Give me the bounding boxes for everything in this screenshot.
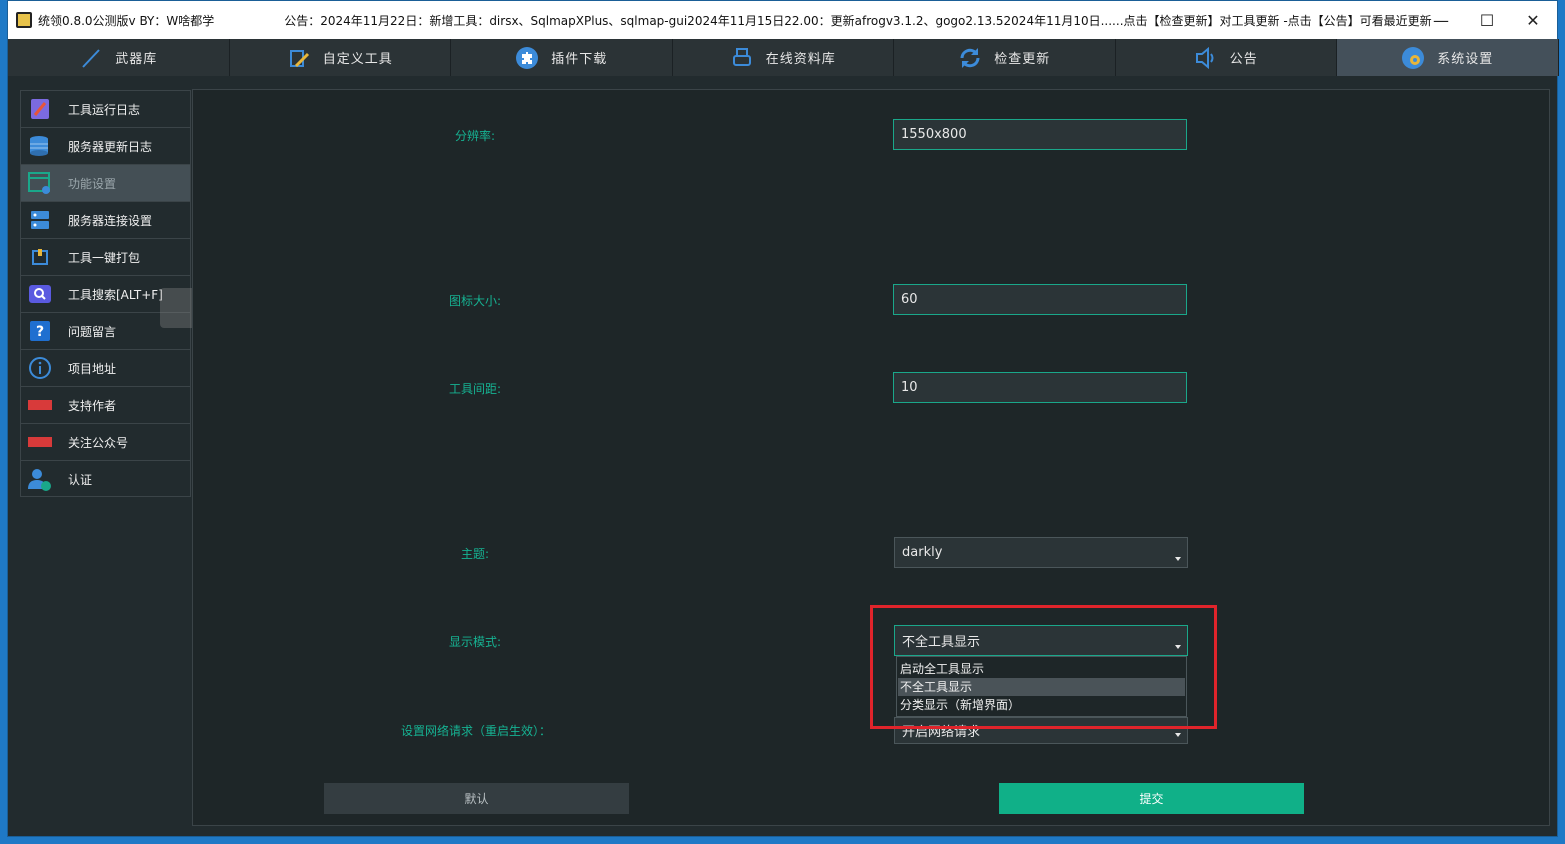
- sidebar-item-label: 功能设置: [68, 176, 117, 191]
- sidebar-item-label: 问题留言: [68, 324, 117, 339]
- sidebar-item-label: 服务器连接设置: [68, 213, 153, 228]
- database-icon: [27, 133, 53, 159]
- question-icon: ?: [27, 318, 53, 344]
- tool-spacing-label: 工具间距:: [449, 382, 502, 396]
- notebook-icon: [27, 96, 53, 122]
- title-bar: 统领0.8.0公测版v BY：W啥都学 公告：2024年11月22日：新增工具：…: [8, 1, 1557, 39]
- sidebar-item-label: 关注公众号: [68, 435, 129, 450]
- server-icon: [27, 207, 53, 233]
- tab-custom-tools[interactable]: 自定义工具: [230, 39, 451, 76]
- minimize-button[interactable]: —: [1418, 1, 1464, 39]
- maximize-button[interactable]: ☐: [1464, 1, 1510, 39]
- tab-plugin-download[interactable]: 插件下载: [451, 39, 673, 76]
- window-title: 统领0.8.0公测版v BY：W啥都学: [38, 13, 215, 28]
- close-button[interactable]: ✕: [1510, 1, 1556, 39]
- puzzle-icon: [515, 46, 539, 70]
- settings-globe-icon: [1401, 46, 1425, 70]
- refresh-icon: [958, 46, 982, 70]
- sidebar-item-support-author[interactable]: 支持作者: [21, 387, 190, 424]
- tab-label: 系统设置: [1437, 52, 1494, 67]
- sidebar-item-label: 项目地址: [68, 361, 117, 376]
- tag-red-icon: [27, 429, 53, 455]
- sidebar-item-label: 工具一键打包: [68, 250, 141, 265]
- sidebar-item-follow-account[interactable]: 关注公众号: [21, 424, 190, 461]
- resolution-label: 分辨率:: [455, 129, 496, 143]
- tab-label: 武器库: [115, 52, 158, 67]
- settings-panel: 分辨率: 1550x800 图标大小: 60 工具间距: 10 主题: dark…: [192, 89, 1550, 826]
- icon-size-label: 图标大小:: [449, 294, 502, 308]
- sidebar-item-label: 工具搜索[ALT+F]: [68, 287, 163, 302]
- pen-line-icon: [79, 46, 103, 70]
- icon-size-input[interactable]: 60: [893, 284, 1187, 315]
- sidebar-item-server-update-log[interactable]: 服务器更新日志: [21, 128, 190, 165]
- theme-label: 主题:: [461, 547, 490, 561]
- network-label: 设置网络请求（重启生效）：: [401, 724, 552, 738]
- user-check-icon: [27, 467, 53, 493]
- tab-system-settings[interactable]: 系统设置: [1337, 39, 1559, 76]
- sidebar-item-authentication[interactable]: 认证: [21, 461, 190, 498]
- theme-select[interactable]: darkly: [894, 537, 1188, 568]
- tool-spacing-input[interactable]: 10: [893, 372, 1187, 403]
- theme-select-value: darkly: [902, 545, 943, 560]
- tab-label: 在线资料库: [765, 52, 836, 67]
- main-tab-bar: 武器库 自定义工具 插件下载 在线资料库 检查更新 公告 系统设置: [8, 39, 1559, 76]
- tab-label: 插件下载: [551, 52, 608, 67]
- sidebar-item-label: 支持作者: [68, 398, 117, 413]
- sidebar-item-one-click-package[interactable]: 工具一键打包: [21, 239, 190, 276]
- app-logo-icon: [16, 12, 32, 28]
- chevron-down-icon: [1175, 557, 1181, 561]
- info-icon: [27, 355, 53, 381]
- window-gear-icon: [27, 170, 53, 196]
- tab-label: 自定义工具: [322, 52, 393, 67]
- sidebar-item-project-address[interactable]: 项目地址: [21, 350, 190, 387]
- sidebar-item-feature-settings[interactable]: 功能设置: [21, 165, 190, 202]
- tag-red-icon: [27, 392, 53, 418]
- tab-arsenal[interactable]: 武器库: [8, 39, 230, 76]
- app-window: 统领0.8.0公测版v BY：W啥都学 公告：2024年11月22日：新增工具：…: [7, 0, 1559, 837]
- sidebar-item-label: 工具运行日志: [68, 102, 141, 117]
- tab-check-update[interactable]: 检查更新: [894, 39, 1116, 76]
- submit-button[interactable]: 提交: [999, 783, 1304, 814]
- tab-label: 公告: [1229, 52, 1258, 67]
- sidebar-item-label: 认证: [68, 473, 93, 487]
- display-mode-label: 显示模式:: [449, 635, 502, 649]
- chevron-down-icon: [1175, 733, 1181, 737]
- tab-announcement[interactable]: 公告: [1116, 39, 1337, 76]
- tab-online-library[interactable]: 在线资料库: [673, 39, 894, 76]
- svg-text:?: ?: [36, 324, 44, 340]
- notice-marquee: 公告：2024年11月22日：新增工具：dirsx、SqlmapXPlus、sq…: [284, 13, 1432, 28]
- printer-icon: [730, 46, 754, 70]
- sidebar-item-label: 服务器更新日志: [68, 139, 153, 154]
- sidebar-item-run-log[interactable]: 工具运行日志: [21, 91, 190, 128]
- resolution-input[interactable]: 1550x800: [893, 119, 1187, 150]
- edit-doc-icon: [287, 46, 311, 70]
- default-button[interactable]: 默认: [324, 783, 629, 814]
- tab-label: 检查更新: [994, 52, 1051, 67]
- red-highlight-annotation: [870, 605, 1217, 729]
- search-icon: [27, 281, 53, 307]
- sidebar-item-server-connection[interactable]: 服务器连接设置: [21, 202, 190, 239]
- package-icon: [27, 244, 53, 270]
- speaker-icon: [1194, 46, 1218, 70]
